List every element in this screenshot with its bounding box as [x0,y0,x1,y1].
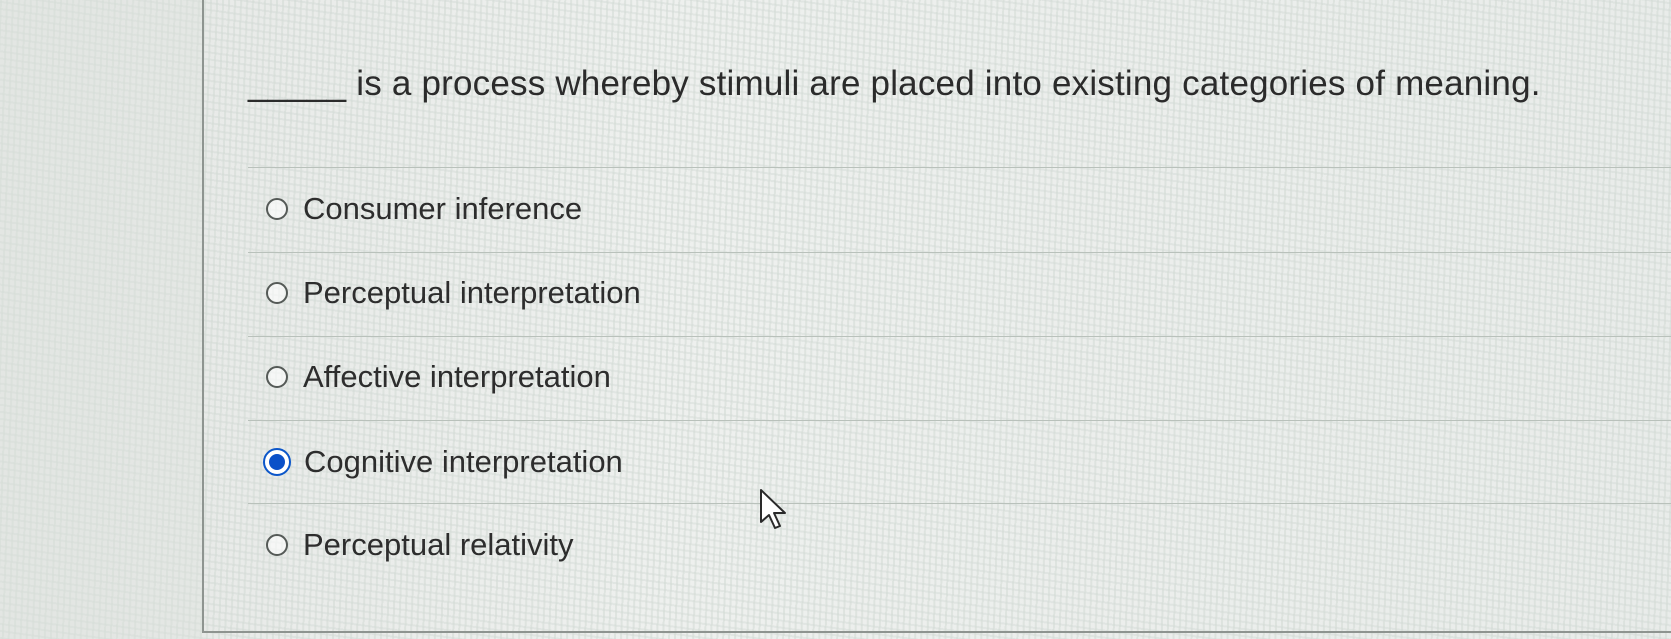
answer-option-consumer-inference[interactable]: Consumer inference [266,187,582,231]
divider [248,167,1671,168]
answer-option-cognitive-interpretation[interactable]: Cognitive interpretation [263,440,623,484]
option-label: Perceptual relativity [303,527,574,562]
option-label: Affective interpretation [303,359,611,394]
radio-button[interactable] [266,366,288,388]
radio-button[interactable] [266,534,288,556]
question-prompt: _____ is a process whereby stimuli are p… [248,64,1541,103]
radio-button[interactable] [266,198,288,220]
option-label: Cognitive interpretation [304,444,623,479]
radio-button-selected[interactable] [263,448,291,476]
option-label: Consumer inference [303,191,583,226]
option-label: Perceptual interpretation [303,275,641,310]
divider [248,252,1671,253]
answer-option-perceptual-interpretation[interactable]: Perceptual interpretation [266,271,641,315]
divider [248,503,1671,504]
mouse-pointer-icon [760,489,786,529]
answer-option-affective-interpretation[interactable]: Affective interpretation [266,355,611,399]
divider [248,420,1671,421]
divider [248,336,1671,337]
radio-button[interactable] [266,282,288,304]
answer-option-perceptual-relativity[interactable]: Perceptual relativity [266,523,574,567]
page-margin [0,0,202,639]
